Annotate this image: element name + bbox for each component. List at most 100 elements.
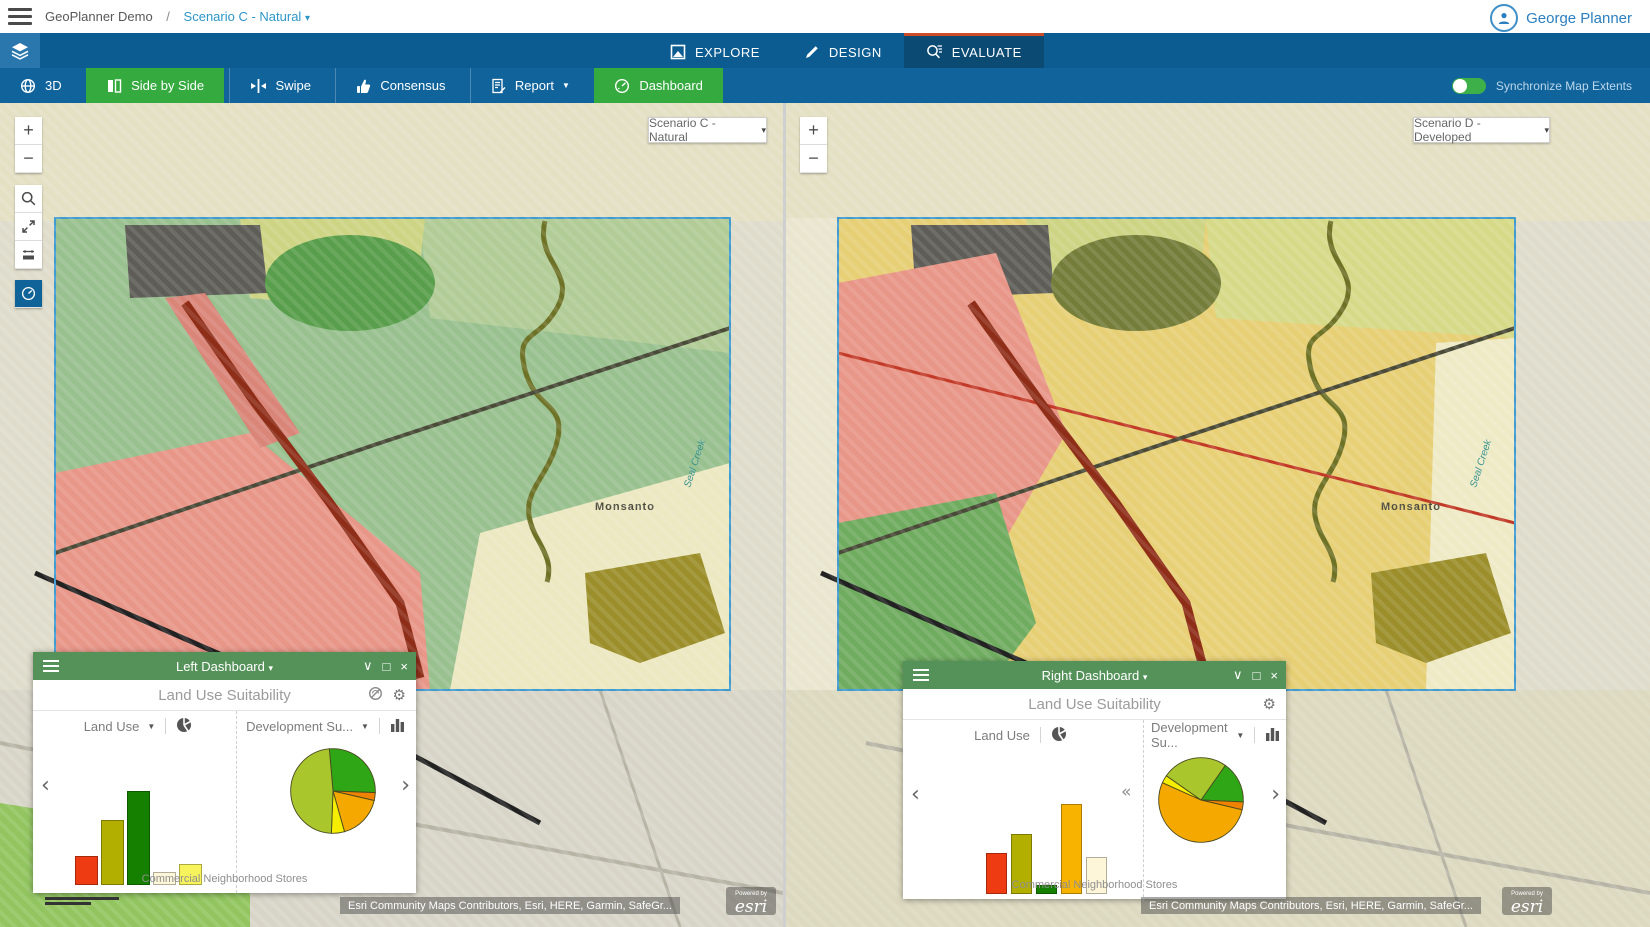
left-dashboard-header[interactable]: Left Dashboard ▾ ∨ □ × xyxy=(33,652,416,680)
user-name: George Planner xyxy=(1526,10,1632,27)
dropdown-caret-icon[interactable]: ▼ xyxy=(1236,731,1244,740)
chart2-selector[interactable]: Development Su... xyxy=(1151,720,1228,750)
layers-icon[interactable] xyxy=(0,33,40,68)
nav-bar: EXPLORE DESIGN EVALUATE xyxy=(0,33,1650,68)
tab-design[interactable]: DESIGN xyxy=(782,33,904,68)
globe-3d-icon xyxy=(20,78,36,94)
evaluate-icon xyxy=(926,44,943,60)
caret-down-icon: ▾ xyxy=(269,663,274,673)
consensus-button[interactable]: Consensus xyxy=(335,68,465,103)
chart2-selector-row: Development Su... ▼ xyxy=(246,715,406,737)
breadcrumb: GeoPlanner Demo / Scenario C - Natural ▾ xyxy=(45,9,310,24)
evaluate-toolbar: 3D Side by Side Swipe Consensus Report ▼ xyxy=(0,68,1650,103)
dashboard-gauge-icon xyxy=(614,78,630,94)
side-by-side-icon xyxy=(106,78,122,94)
zoom-in-button[interactable]: + xyxy=(15,117,42,145)
sync-extents-toggle[interactable] xyxy=(1452,78,1486,94)
maximize-icon[interactable]: □ xyxy=(1253,668,1261,683)
caret-down-icon: ▾ xyxy=(305,13,310,24)
carousel-left-icon[interactable]: ‹ xyxy=(41,773,50,798)
collapse-panel-icon[interactable]: « xyxy=(1121,782,1131,802)
panel-divider xyxy=(236,711,237,893)
place-label: Monsanto xyxy=(595,501,655,513)
chart2-selector[interactable]: Development Su... xyxy=(246,719,353,734)
dashboard-menu-icon[interactable] xyxy=(43,657,59,675)
visibility-off-icon[interactable] xyxy=(368,686,383,705)
carousel-right-icon[interactable]: › xyxy=(1271,782,1280,807)
breadcrumb-separator: / xyxy=(166,9,170,24)
map-tools xyxy=(15,185,42,269)
scale-bar xyxy=(45,897,119,905)
chart1-selector[interactable]: Land Use xyxy=(974,728,1030,743)
left-dashboard-title[interactable]: Left Dashboard xyxy=(176,659,265,674)
measure-icon[interactable] xyxy=(15,241,42,269)
explore-icon xyxy=(670,44,686,60)
land-use-bar-chart xyxy=(75,791,205,885)
3d-button[interactable]: 3D xyxy=(0,68,82,103)
zoom-out-button[interactable]: − xyxy=(15,145,42,173)
gear-icon[interactable]: ⚙ xyxy=(393,686,406,704)
dashboard-menu-icon[interactable] xyxy=(913,666,929,684)
sync-extents-control: Synchronize Map Extents xyxy=(1452,68,1632,103)
map-attribution: Esri Community Maps Contributors, Esri, … xyxy=(1141,897,1481,914)
globe-chart-icon[interactable] xyxy=(176,717,192,736)
dashboard-tool-icon[interactable] xyxy=(15,280,42,308)
report-caret-icon: ▼ xyxy=(562,81,570,90)
sync-extents-label: Synchronize Map Extents xyxy=(1496,79,1632,93)
tab-evaluate[interactable]: EVALUATE xyxy=(904,33,1044,68)
zoom-in-button[interactable]: + xyxy=(800,117,827,145)
place-label: Monsanto xyxy=(1381,501,1441,513)
extent-expand-icon[interactable] xyxy=(15,213,42,241)
development-pie-chart xyxy=(287,745,379,837)
user-menu[interactable]: George Planner xyxy=(1490,4,1632,32)
dashboard-button[interactable]: Dashboard xyxy=(594,68,723,103)
user-avatar-icon xyxy=(1490,4,1518,32)
dropdown-caret-icon[interactable]: ▼ xyxy=(147,722,155,731)
right-scenario-select[interactable]: Scenario D - Developed ▾ xyxy=(1413,117,1550,143)
carousel-left-icon[interactable]: ‹ xyxy=(911,782,920,807)
map-area: Monsanto Seal Creek + − Sce xyxy=(0,103,1650,927)
bar-chart-icon[interactable] xyxy=(390,718,406,735)
dashboard-footer-label: Commercial Neighborhood Stores xyxy=(33,873,416,885)
right-map[interactable]: Monsanto Seal Creek + − Scenario D - Dev… xyxy=(786,103,1650,927)
left-map[interactable]: Monsanto Seal Creek + − Sce xyxy=(0,103,783,927)
bar-chart-icon[interactable] xyxy=(1265,727,1281,744)
zoom-controls: + − xyxy=(800,117,827,173)
swipe-button[interactable]: Swipe xyxy=(229,68,331,103)
zoom-controls: + − xyxy=(15,117,42,173)
carousel-right-icon[interactable]: › xyxy=(401,773,410,798)
dashboard-footer-label: Commercial Neighborhood Stores xyxy=(903,879,1286,891)
caret-down-icon: ▾ xyxy=(1143,672,1148,682)
right-dashboard-title[interactable]: Right Dashboard xyxy=(1042,668,1140,683)
maximize-icon[interactable]: □ xyxy=(383,659,391,674)
left-dashboard-panel: Left Dashboard ▾ ∨ □ × Land Use Suitabil… xyxy=(33,652,416,893)
gear-icon[interactable]: ⚙ xyxy=(1263,695,1276,713)
collapse-icon[interactable]: ∨ xyxy=(363,658,373,674)
design-pencil-icon xyxy=(804,44,820,60)
panel-divider xyxy=(1143,720,1144,902)
right-dashboard-header[interactable]: Right Dashboard ▾ ∨ □ × xyxy=(903,661,1286,689)
collapse-icon[interactable]: ∨ xyxy=(1233,667,1243,683)
development-pie-chart xyxy=(1155,754,1247,846)
dashboard-subtitle: Land Use Suitability xyxy=(158,687,291,704)
menu-icon[interactable] xyxy=(8,8,32,25)
scenario-breadcrumb-link[interactable]: Scenario C - Natural ▾ xyxy=(184,9,310,24)
right-dashboard-panel: Right Dashboard ▾ ∨ □ × Land Use Suitabi… xyxy=(903,661,1286,899)
globe-chart-icon[interactable] xyxy=(1051,726,1067,745)
zoom-out-button[interactable]: − xyxy=(800,145,827,173)
tab-explore[interactable]: EXPLORE xyxy=(648,33,782,68)
close-icon[interactable]: × xyxy=(1270,668,1278,683)
top-bar: GeoPlanner Demo / Scenario C - Natural ▾… xyxy=(0,0,1650,33)
esri-logo: Powered by esri xyxy=(726,887,776,915)
search-icon[interactable] xyxy=(15,185,42,213)
caret-down-icon: ▾ xyxy=(761,125,766,136)
left-scenario-select[interactable]: Scenario C - Natural ▾ xyxy=(648,117,767,143)
side-by-side-button[interactable]: Side by Side xyxy=(86,68,224,103)
app-title: GeoPlanner Demo xyxy=(45,9,153,24)
chart1-selector[interactable]: Land Use xyxy=(84,719,140,734)
dashboard-subtitle: Land Use Suitability xyxy=(1028,696,1161,713)
report-button[interactable]: Report ▼ xyxy=(470,68,590,103)
chart1-selector-row: Land Use ▼ xyxy=(53,715,223,737)
close-icon[interactable]: × xyxy=(400,659,408,674)
dropdown-caret-icon[interactable]: ▼ xyxy=(361,722,369,731)
